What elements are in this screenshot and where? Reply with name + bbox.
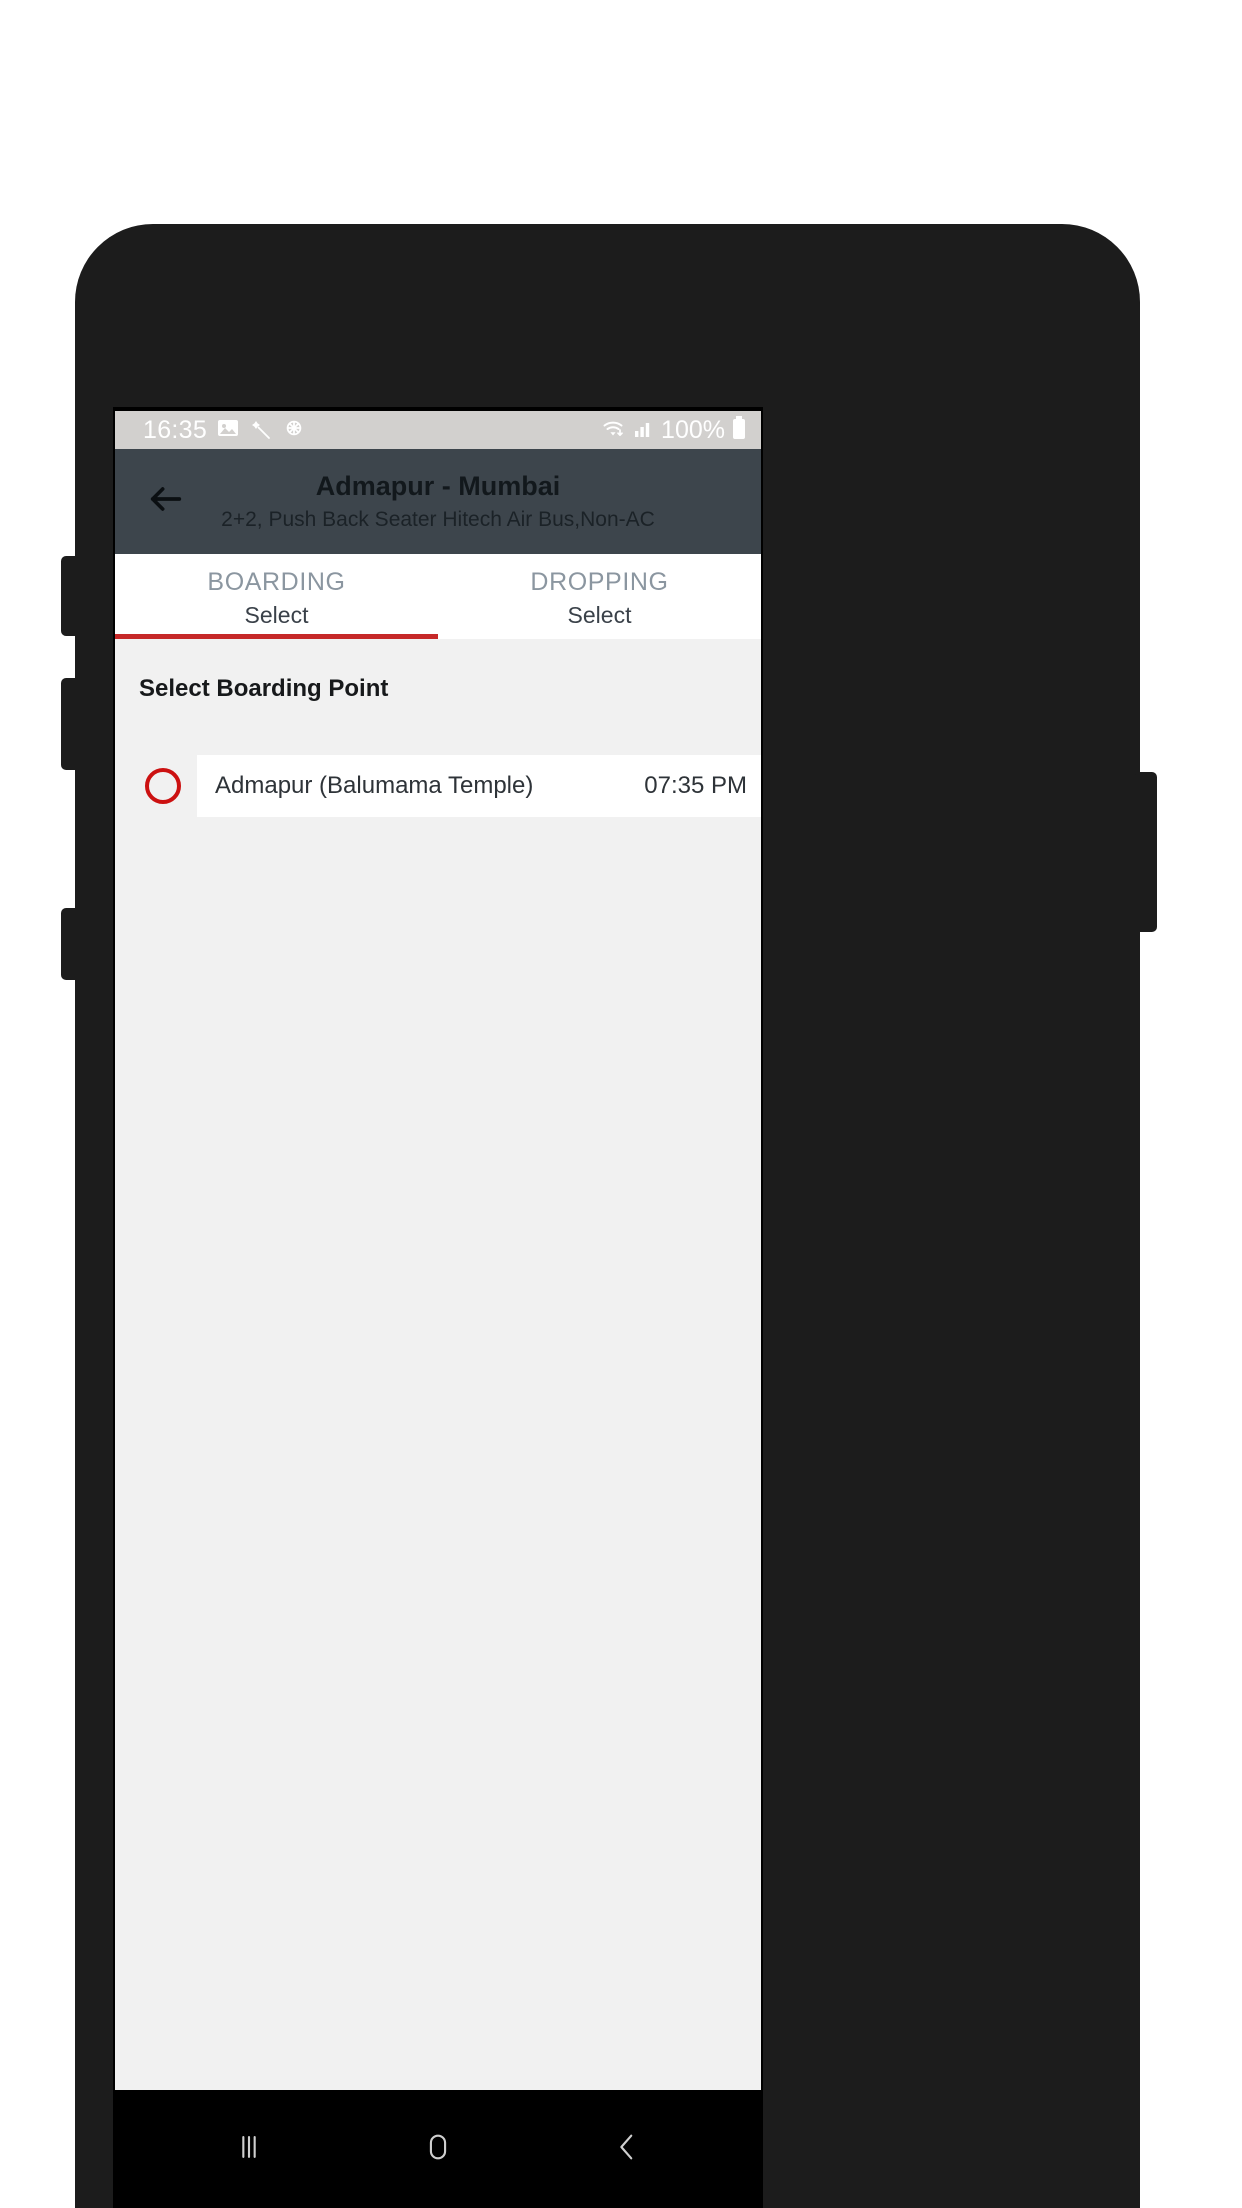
tab-dropping-value: Select [567,601,632,628]
volume-down-button[interactable] [61,678,83,770]
tab-bar: BOARDING Select DROPPING Select [115,554,761,639]
tab-active-indicator [115,634,438,639]
boarding-point-time: 07:35 PM [644,772,747,799]
battery-percent-label: 100% [661,415,725,444]
app-bar: Admapur - Mumbai 2+2, Push Back Seater H… [115,449,761,554]
list-item[interactable]: Admapur (Balumama Temple) 07:35 PM [115,755,761,817]
recents-icon [232,2130,266,2169]
recents-key[interactable] [199,2109,299,2189]
wifi-icon [601,416,627,445]
back-button[interactable] [131,467,201,537]
back-key[interactable] [577,2109,677,2189]
magic-wand-icon [249,416,273,445]
boarding-point-card[interactable]: Admapur (Balumama Temple) 07:35 PM [197,755,761,817]
page-subtitle: 2+2, Push Back Seater Hitech Air Bus,Non… [221,508,655,532]
app-bar-title-block: Admapur - Mumbai 2+2, Push Back Seater H… [115,470,761,532]
tab-inactive-indicator [438,634,761,639]
tab-dropping[interactable]: DROPPING Select [438,554,761,639]
image-icon [216,416,240,445]
tab-boarding[interactable]: BOARDING Select [115,554,438,639]
screen-content: 16:35 100% Admapur - Mumbai 2+2, Push Ba… [115,411,761,2208]
back-arrow-icon [146,479,186,524]
screenshot-canvas: 16:35 100% Admapur - Mumbai 2+2, Push Ba… [0,0,1242,2208]
content-filler [115,817,761,2090]
phone-screen: 16:35 100% Admapur - Mumbai 2+2, Push Ba… [113,407,763,2208]
boarding-point-name: Admapur (Balumama Temple) [215,772,534,799]
bixby-button[interactable] [61,908,83,980]
tab-boarding-value: Select [244,601,309,628]
battery-full-icon [731,415,747,446]
content-area: Select Boarding Point Admapur (Balumama … [115,639,761,2090]
tab-dropping-title: DROPPING [530,568,669,597]
signal-icon [633,416,655,445]
back-chevron-icon [610,2130,644,2169]
volume-up-button[interactable] [61,556,83,636]
radio-button-icon[interactable] [145,768,181,804]
home-icon [421,2130,455,2169]
system-nav-bar [115,2090,761,2208]
gear-icon [282,416,306,445]
status-time: 16:35 [143,415,208,444]
section-title: Select Boarding Point [139,675,389,702]
status-bar: 16:35 100% [115,411,761,449]
status-bar-left: 16:35 [143,416,306,445]
page-title: Admapur - Mumbai [315,470,561,501]
tab-boarding-title: BOARDING [207,568,346,597]
power-button[interactable] [1135,772,1157,932]
home-key[interactable] [388,2109,488,2189]
status-bar-right: 100% [601,415,747,446]
